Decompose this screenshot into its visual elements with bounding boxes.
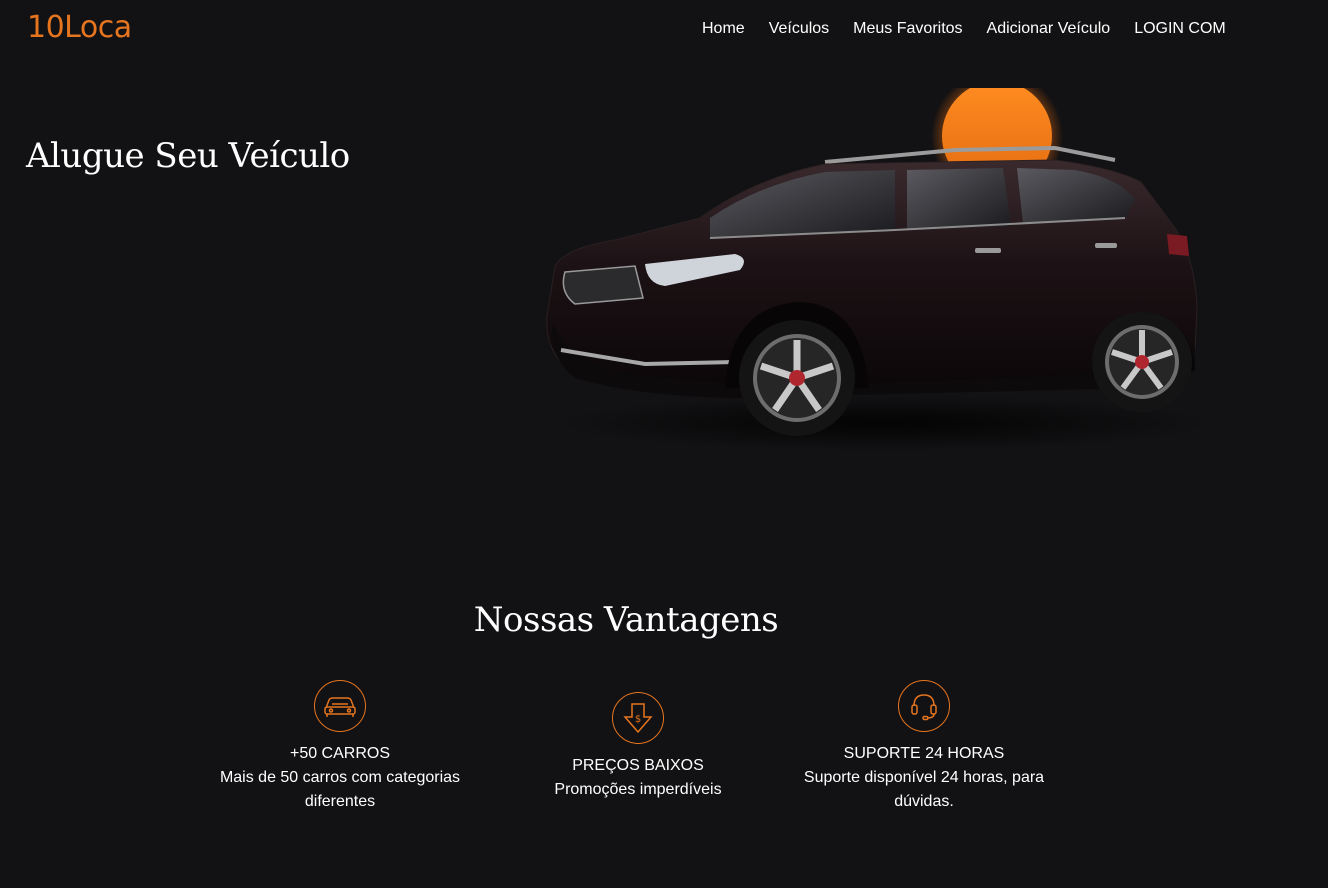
suv-car-illustration bbox=[546, 70, 1215, 451]
nav-login[interactable]: LOGIN COM bbox=[1134, 20, 1226, 38]
advantage-cars: +50 CARROS Mais de 50 carros com categor… bbox=[200, 680, 480, 814]
front-wheel bbox=[739, 320, 855, 436]
nav-meus-favoritos[interactable]: Meus Favoritos bbox=[853, 20, 962, 38]
advantage-support: SUPORTE 24 HORAS Suporte disponível 24 h… bbox=[784, 680, 1064, 814]
nav-home[interactable]: Home bbox=[702, 20, 745, 38]
page: 10Loca Home Veículos Meus Favoritos Adic… bbox=[0, 0, 1328, 888]
headset-icon bbox=[898, 680, 950, 732]
advantage-title: SUPORTE 24 HORAS bbox=[843, 745, 1005, 762]
advantage-prices: $ PREÇOS BAIXOS Promoções imperdíveis bbox=[498, 692, 778, 802]
price-down-icon: $ bbox=[612, 692, 664, 744]
car-icon bbox=[314, 680, 366, 732]
advantage-description: Mais de 50 carros com categorias diferen… bbox=[219, 769, 461, 810]
advantages-title: Nossas Vantagens bbox=[473, 600, 779, 640]
advantage-title: PREÇOS BAIXOS bbox=[572, 757, 704, 774]
svg-text:$: $ bbox=[635, 714, 641, 725]
nav-veiculos[interactable]: Veículos bbox=[769, 20, 829, 38]
advantage-description: Suporte disponível 24 horas, para dúvida… bbox=[803, 769, 1045, 810]
rear-wheel bbox=[1092, 312, 1192, 412]
hero-car-image bbox=[535, 70, 1215, 468]
main-nav: Home Veículos Meus Favoritos Adicionar V… bbox=[702, 20, 1226, 38]
brand-logo[interactable]: 10Loca bbox=[27, 10, 132, 45]
advantage-title: +50 CARROS bbox=[289, 745, 391, 762]
hero-title: Alugue Seu Veículo bbox=[26, 136, 350, 176]
nav-adicionar-veiculo[interactable]: Adicionar Veículo bbox=[987, 20, 1111, 38]
advantage-description: Promoções imperdíveis bbox=[554, 781, 722, 798]
